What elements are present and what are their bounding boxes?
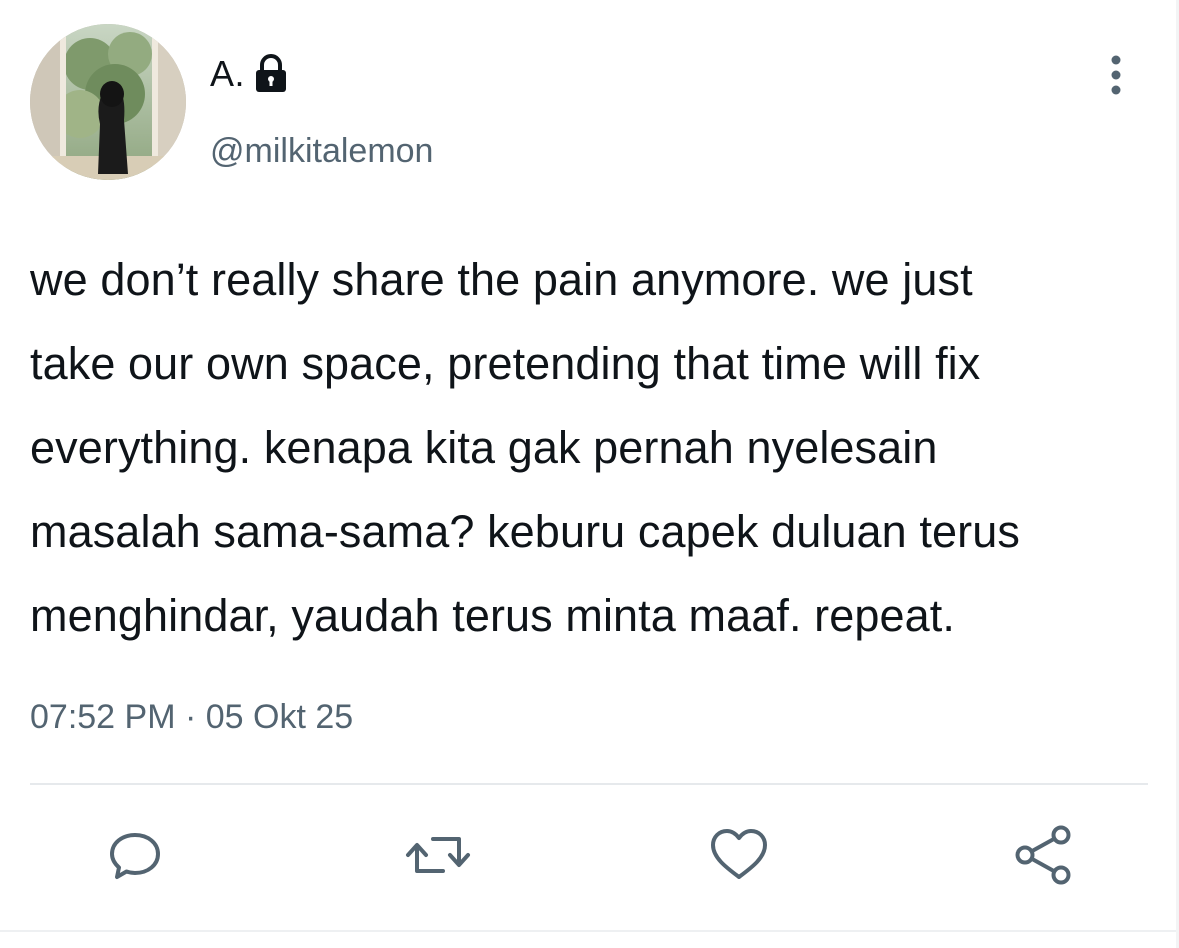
divider xyxy=(30,783,1148,785)
display-name-row: A. xyxy=(210,50,289,98)
action-bar xyxy=(0,820,1179,890)
more-options-button[interactable] xyxy=(1096,52,1136,98)
retweet-icon xyxy=(406,837,470,873)
heart-icon xyxy=(711,829,767,879)
reply-button[interactable] xyxy=(100,820,170,890)
lock-icon xyxy=(253,54,289,94)
bottom-divider xyxy=(0,930,1179,932)
retweet-button[interactable] xyxy=(403,820,473,890)
tweet-card: A. @milkitalemon we don’t really share t… xyxy=(0,0,1179,948)
tweet-text: we don’t really share the pain anymore. … xyxy=(30,254,1020,641)
comment-icon xyxy=(110,833,160,879)
author-handle[interactable]: @milkitalemon xyxy=(210,132,433,171)
avatar[interactable] xyxy=(30,24,186,180)
display-name[interactable]: A. xyxy=(210,53,245,95)
tweet-timestamp[interactable]: 07:52 PM · 05 Okt 25 xyxy=(30,698,353,737)
like-button[interactable] xyxy=(704,820,774,890)
share-icon xyxy=(1015,825,1071,885)
profile-photo-icon xyxy=(30,24,186,180)
more-vertical-icon xyxy=(1111,55,1121,95)
share-button[interactable] xyxy=(1008,820,1078,890)
